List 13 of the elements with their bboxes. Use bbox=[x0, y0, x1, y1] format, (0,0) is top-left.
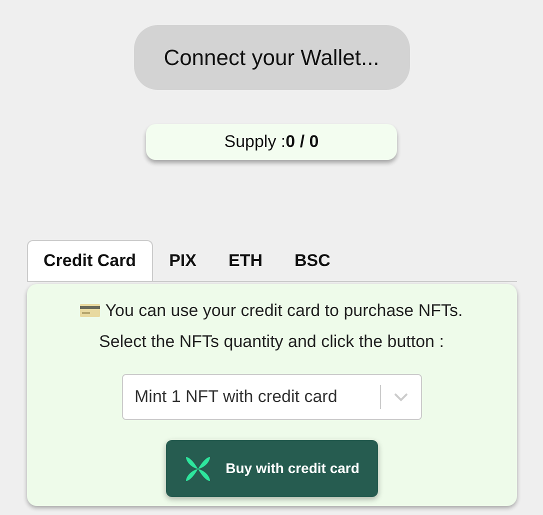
leaf-logo-icon bbox=[184, 454, 212, 482]
credit-card-icon bbox=[80, 304, 100, 318]
quantity-select[interactable]: Mint 1 NFT with credit card bbox=[122, 374, 422, 420]
payment-tab[interactable]: ETH bbox=[212, 240, 278, 281]
payment-tab[interactable]: PIX bbox=[153, 240, 212, 281]
buy-button[interactable]: Buy with credit card bbox=[166, 440, 378, 497]
payment-tab[interactable]: BSC bbox=[278, 240, 346, 281]
instruction-text: You can use your credit card to purchase NFTs. bbox=[105, 300, 463, 322]
supply-counter: Supply :0 / 0 bbox=[146, 124, 397, 160]
payment-tab[interactable]: Credit Card bbox=[26, 240, 154, 281]
chevron-down-icon bbox=[392, 392, 408, 402]
instruction-text: Select the NFTs quantity and click the button : bbox=[99, 330, 444, 352]
connect-wallet-button[interactable]: Connect your Wallet... bbox=[134, 25, 410, 90]
